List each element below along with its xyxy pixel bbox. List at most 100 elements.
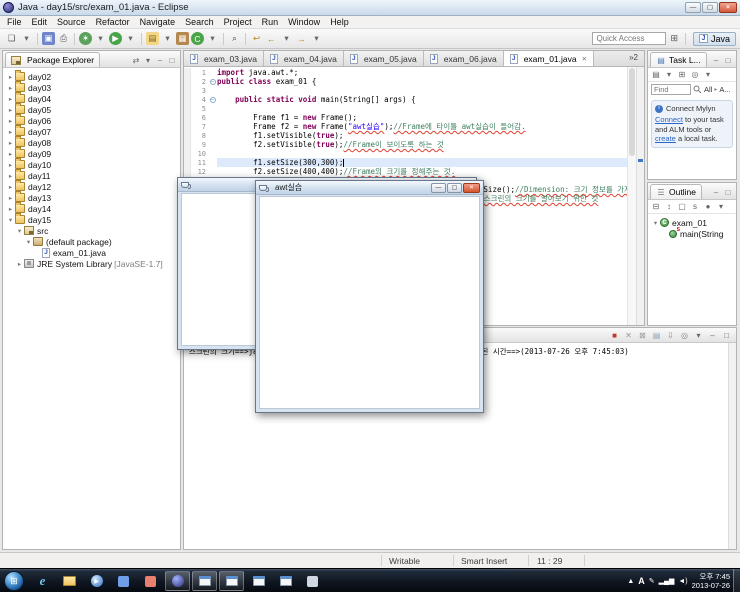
- eclipse-titlebar[interactable]: Java - day15/src/exam_01.java - Eclipse …: [0, 0, 740, 16]
- new-class-icon[interactable]: C: [191, 32, 204, 45]
- pin-console-icon[interactable]: ◎: [679, 331, 690, 340]
- java-frame-button-2[interactable]: [219, 571, 244, 591]
- code-line-1[interactable]: 1 import java.awt.*;: [184, 68, 644, 77]
- run-icon[interactable]: ▶: [109, 32, 122, 45]
- print-icon[interactable]: ⎙: [57, 32, 70, 45]
- tree-item-day09[interactable]: ▸ day09: [3, 147, 180, 159]
- code-line-3[interactable]: 3: [184, 86, 644, 95]
- show-desktop-button[interactable]: [733, 569, 740, 592]
- chevron-right-icon[interactable]: ▸: [15, 260, 24, 268]
- open-console-dropdown-icon[interactable]: ▾: [693, 331, 704, 340]
- project-dropdown-icon[interactable]: ▾: [161, 32, 174, 45]
- code-line-2[interactable]: 2– public class exam_01 {: [184, 77, 644, 86]
- menu-window[interactable]: Window: [283, 17, 325, 27]
- close-button[interactable]: ✕: [719, 2, 737, 13]
- minimize-button[interactable]: —: [431, 182, 446, 193]
- editor-tab-exam_06.java[interactable]: Jexam_06.java: [423, 51, 504, 66]
- console-vscrollbar[interactable]: [728, 343, 736, 549]
- find-input[interactable]: [651, 84, 691, 95]
- new-task-icon[interactable]: ▤: [651, 70, 661, 79]
- new-package-icon[interactable]: ▦: [176, 32, 189, 45]
- chevron-down-icon[interactable]: ▾: [15, 227, 24, 235]
- eclipse-button[interactable]: [165, 571, 190, 591]
- chevron-right-icon[interactable]: ▸: [6, 95, 15, 103]
- minimize-icon[interactable]: –: [707, 331, 718, 340]
- ime-pen-icon[interactable]: ✎: [649, 577, 655, 585]
- scope-all[interactable]: All: [704, 85, 712, 94]
- menu-refactor[interactable]: Refactor: [91, 17, 135, 27]
- focus-icon[interactable]: ◎: [690, 70, 700, 79]
- tree-item-day14[interactable]: ▸ day14: [3, 202, 180, 214]
- chevron-right-icon[interactable]: ▸: [6, 128, 15, 136]
- minimize-button[interactable]: —: [685, 2, 701, 13]
- tree-item-day04[interactable]: ▸ day04: [3, 92, 180, 104]
- java-frame-button-4[interactable]: [273, 571, 298, 591]
- chevron-right-icon[interactable]: ▸: [6, 194, 15, 202]
- search-icon[interactable]: ⌕: [228, 32, 241, 45]
- remove-launch-icon[interactable]: ✕: [623, 331, 634, 340]
- menu-navigate[interactable]: Navigate: [135, 17, 181, 27]
- outline-tree[interactable]: ▾Cexam_01main(String: [648, 214, 736, 239]
- tree-item-day06[interactable]: ▸ day06: [3, 114, 180, 126]
- view-menu-icon[interactable]: ▾: [703, 70, 713, 79]
- back-dropdown-icon[interactable]: ▾: [280, 32, 293, 45]
- menu-search[interactable]: Search: [180, 17, 219, 27]
- collapse-all-icon[interactable]: ⊟: [651, 202, 661, 211]
- terminate-icon[interactable]: ■: [609, 331, 620, 340]
- tree-item-day08[interactable]: ▸ day08: [3, 136, 180, 148]
- chevron-down-icon[interactable]: ▾: [651, 219, 660, 227]
- maximize-icon[interactable]: □: [721, 331, 732, 340]
- debug-dropdown-icon[interactable]: ▾: [94, 32, 107, 45]
- back-icon[interactable]: ←: [265, 32, 278, 45]
- menu-project[interactable]: Project: [219, 17, 257, 27]
- chevron-down-icon[interactable]: ▾: [6, 216, 15, 224]
- sort-icon[interactable]: ↕: [664, 202, 674, 211]
- forward-dropdown-icon[interactable]: ▾: [310, 32, 323, 45]
- mylyn-link[interactable]: Connect: [655, 115, 683, 124]
- editor-tab-exam_04.java[interactable]: Jexam_04.java: [263, 51, 344, 66]
- tab-overflow-indicator[interactable]: »2: [629, 51, 644, 66]
- view-menu-icon[interactable]: ▾: [143, 56, 153, 65]
- scroll-lock-icon[interactable]: ⇩: [665, 331, 676, 340]
- task-list-tab[interactable]: ▤ Task L...: [650, 52, 707, 67]
- editor-tab-exam_01.java[interactable]: Jexam_01.java ✕: [503, 51, 595, 66]
- class-dropdown-icon[interactable]: ▾: [206, 32, 219, 45]
- app-red-button[interactable]: [138, 571, 163, 591]
- run-dropdown-icon[interactable]: ▾: [124, 32, 137, 45]
- remove-all-icon[interactable]: ⊠: [637, 331, 648, 340]
- menu-source[interactable]: Source: [52, 17, 91, 27]
- categorized-icon[interactable]: ⊞: [677, 70, 687, 79]
- ime-korean-icon[interactable]: A: [638, 576, 645, 586]
- package-explorer-tree[interactable]: ▸ day02 ▸ day03 ▸ day04 ▸ day05 ▸ day06 ▸ day07 ▸ day…: [3, 68, 180, 269]
- volume-icon[interactable]: ◄): [678, 578, 687, 585]
- minimize-icon[interactable]: –: [155, 56, 165, 65]
- menu-file[interactable]: File: [2, 17, 27, 27]
- tree-item-day03[interactable]: ▸ day03: [3, 81, 180, 93]
- chevron-right-icon[interactable]: ▸: [6, 172, 15, 180]
- editor-tab-exam_03.java[interactable]: Jexam_03.java: [184, 51, 264, 66]
- code-line-9[interactable]: 9 f2.setVisible(true);//Frame이 보이도록 하는 것: [184, 140, 644, 149]
- editor-tab-exam_05.java[interactable]: Jexam_05.java: [343, 51, 424, 66]
- new-wizard-icon[interactable]: ❏: [5, 32, 18, 45]
- chevron-right-icon[interactable]: ▸: [6, 205, 15, 213]
- network-icon[interactable]: ▂▄▆: [659, 577, 675, 585]
- app-blue-button[interactable]: [111, 571, 136, 591]
- overview-ruler[interactable]: [636, 67, 644, 325]
- tree-item-day10[interactable]: ▸ day10: [3, 158, 180, 170]
- show-hidden-icons-icon[interactable]: ▲: [627, 578, 634, 585]
- media-player-button[interactable]: ▶: [84, 571, 109, 591]
- close-button[interactable]: ✕: [463, 182, 480, 193]
- new-task-dropdown-icon[interactable]: ▾: [664, 70, 674, 79]
- start-button[interactable]: ⊞: [4, 571, 24, 591]
- chevron-right-icon[interactable]: ▸: [6, 183, 15, 191]
- tree-item-src[interactable]: ▾ src: [3, 225, 180, 236]
- mylyn-link[interactable]: create: [655, 134, 676, 143]
- last-edit-icon[interactable]: ↩: [250, 32, 263, 45]
- windows-explorer-button[interactable]: [57, 571, 82, 591]
- java-frame-button-1[interactable]: [192, 571, 217, 591]
- close-icon[interactable]: ✕: [582, 55, 587, 63]
- chevron-down-icon[interactable]: ▾: [24, 238, 33, 246]
- chevron-right-icon[interactable]: ▸: [6, 73, 15, 81]
- quick-access-input[interactable]: [592, 32, 667, 45]
- code-line-5[interactable]: 5: [184, 104, 644, 113]
